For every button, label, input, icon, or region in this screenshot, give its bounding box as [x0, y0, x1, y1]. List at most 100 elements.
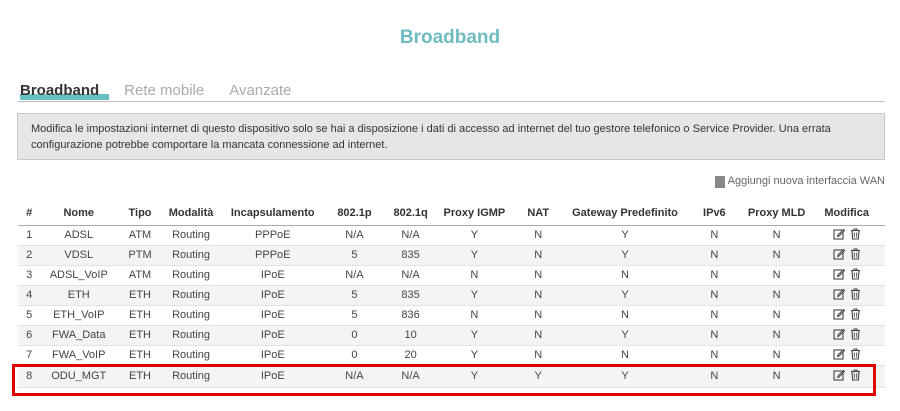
edit-icon[interactable]	[833, 248, 845, 260]
edit-icon[interactable]	[833, 228, 845, 240]
table-cell: Routing	[162, 325, 220, 346]
table-cell: 836	[382, 305, 439, 326]
table-row: 2 VDSL PTM Routing PPPoE 5 835 Y N Y N N	[18, 245, 885, 266]
table-row: 3 ADSL_VoIP ATM Routing IPoE N/A N/A N N N N N	[18, 265, 885, 286]
table-cell: N	[683, 365, 745, 388]
table-cell: IPoE	[219, 285, 327, 306]
table-cell: 5	[18, 305, 41, 326]
trash-icon[interactable]	[850, 328, 861, 340]
tab-rete-mobile[interactable]: Rete mobile	[124, 82, 204, 102]
column-header: IPv6	[683, 201, 745, 226]
add-icon	[714, 176, 725, 188]
table-cell: N/A	[382, 225, 439, 246]
edit-icon[interactable]	[833, 348, 845, 360]
add-wan-interface-label: Aggiungi nuova interfaccia WAN	[727, 174, 885, 187]
table-cell: FWA_VoIP	[40, 345, 118, 366]
table-cell: N	[683, 225, 745, 246]
edit-icon[interactable]	[833, 328, 845, 340]
trash-icon[interactable]	[850, 348, 861, 360]
table-cell: PTM	[117, 245, 163, 266]
row-actions	[808, 345, 885, 366]
column-header: 802.1q	[382, 201, 439, 226]
table-cell: N	[745, 225, 809, 246]
row-actions	[808, 245, 885, 266]
table-cell: N	[510, 305, 567, 326]
table-cell: ADSL_VoIP	[40, 265, 118, 286]
table-cell: N/A	[326, 225, 383, 246]
table-row: 7 FWA_VoIP ETH Routing IPoE 0 20 Y N N N N	[18, 345, 885, 366]
edit-icon[interactable]	[833, 369, 845, 381]
table-cell: PPPoE	[219, 245, 327, 266]
table-cell: N	[566, 305, 684, 326]
table-cell: PPPoE	[219, 225, 327, 246]
table-cell: N	[566, 345, 684, 366]
wan-table: # Nome Tipo Modalità Incapsulamento 802.1p 802…	[18, 201, 885, 388]
table-cell: N	[683, 305, 745, 326]
row-actions	[808, 325, 885, 346]
edit-icon[interactable]	[833, 288, 845, 300]
table-cell: IPoE	[219, 265, 327, 286]
table-cell: VDSL	[40, 245, 118, 266]
row-actions	[808, 365, 885, 388]
table-cell: 6	[18, 325, 41, 346]
row-actions	[808, 225, 885, 246]
tab-bar: Broadband Rete mobile Avanzate	[20, 82, 317, 102]
table-row: 8 ODU_MGT ETH Routing IPoE N/A N/A Y Y Y N N	[18, 365, 885, 388]
trash-icon[interactable]	[850, 308, 861, 320]
column-header: #	[18, 201, 41, 226]
trash-icon[interactable]	[850, 369, 861, 381]
table-cell: N	[438, 265, 511, 286]
table-cell: FWA_Data	[40, 325, 118, 346]
table-cell: Y	[438, 285, 511, 306]
trash-icon[interactable]	[850, 248, 861, 260]
table-cell: N	[683, 245, 745, 266]
trash-icon[interactable]	[850, 228, 861, 240]
table-cell: 5	[326, 245, 383, 266]
table-cell: Y	[510, 365, 567, 388]
table-cell: ODU_MGT	[40, 365, 118, 388]
table-cell: Y	[438, 365, 511, 388]
row-actions	[808, 305, 885, 326]
table-cell: ETH	[117, 325, 163, 346]
table-cell: N	[745, 285, 809, 306]
column-header: 802.1p	[326, 201, 383, 226]
column-header: Gateway Predefinito	[566, 201, 684, 226]
tab-avanzate[interactable]: Avanzate	[229, 82, 291, 102]
table-cell: N	[745, 305, 809, 326]
table-cell: N/A	[382, 365, 439, 388]
tab-label: Rete mobile	[124, 82, 205, 99]
table-cell: 4	[18, 285, 41, 306]
edit-icon[interactable]	[833, 268, 845, 280]
table-cell: Routing	[162, 285, 220, 306]
table-cell: 20	[382, 345, 439, 366]
table-cell: 0	[326, 325, 383, 346]
page-title: Broadband	[399, 27, 501, 48]
table-cell: 835	[382, 285, 439, 306]
table-cell: N	[566, 265, 684, 286]
table-cell: N	[683, 265, 745, 286]
add-wan-interface-link[interactable]: Aggiungi nuova interfaccia WAN	[714, 173, 885, 188]
table-row: 1 ADSL ATM Routing PPPoE N/A N/A Y N Y N N	[18, 225, 885, 246]
table-cell: ATM	[117, 225, 163, 246]
column-header: Modifica	[808, 201, 885, 226]
trash-icon[interactable]	[850, 268, 861, 280]
table-cell: N	[683, 345, 745, 366]
table-cell: Y	[566, 245, 684, 266]
table-row: 5 ETH_VoIP ETH Routing IPoE 5 836 N N N N N	[18, 305, 885, 326]
table-cell: IPoE	[219, 305, 327, 326]
table-cell: Y	[438, 225, 511, 246]
table-cell: Y	[566, 365, 684, 388]
table-cell: 3	[18, 265, 41, 286]
tab-broadband[interactable]: Broadband	[20, 82, 109, 102]
table-cell: ETH_VoIP	[40, 305, 118, 326]
table-cell: N	[510, 285, 567, 306]
table-cell: Routing	[162, 225, 220, 246]
table-cell: N	[683, 285, 745, 306]
column-header: Tipo	[117, 201, 163, 226]
table-cell: N/A	[326, 365, 383, 388]
trash-icon[interactable]	[850, 288, 861, 300]
edit-icon[interactable]	[833, 308, 845, 320]
table-row: 4 ETH ETH Routing IPoE 5 835 Y N Y N N	[18, 285, 885, 306]
column-header: NAT	[510, 201, 567, 226]
table-cell: 7	[18, 345, 41, 366]
